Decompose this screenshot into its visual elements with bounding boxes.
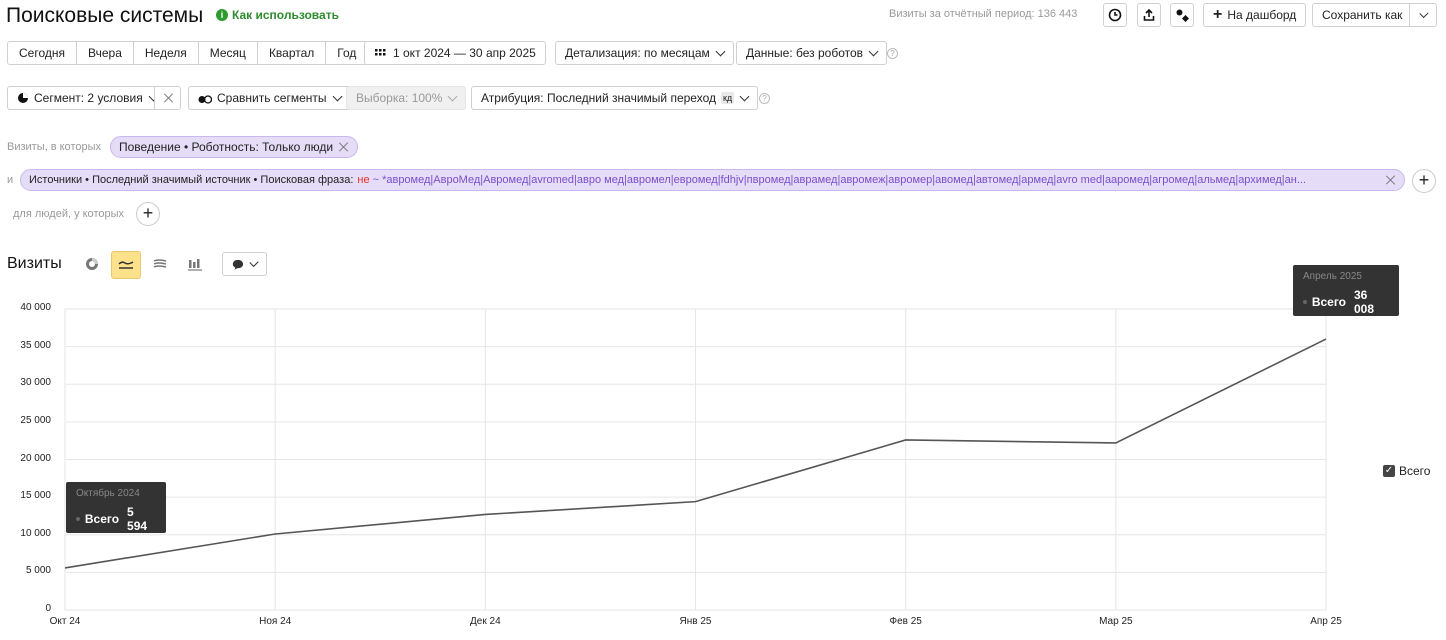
tooltip-first-point: Октябрь 2024 Всего 5 594 — [66, 482, 166, 533]
data-point[interactable] — [694, 500, 698, 504]
tooltip-value: 36 008 — [1354, 288, 1375, 316]
data-point[interactable] — [483, 512, 487, 516]
tooltip-title: Апрель 2025 — [1303, 271, 1362, 282]
series-dot — [76, 517, 80, 521]
data-point[interactable] — [63, 566, 67, 570]
tooltip-last-point: Апрель 2025 Всего 36 008 — [1293, 265, 1399, 316]
tooltip-series: Всего — [1311, 295, 1346, 309]
visits-line-chart[interactable] — [0, 0, 1446, 640]
legend-item-total[interactable]: ✓ Всего — [1383, 464, 1430, 478]
checkbox-checked-icon[interactable]: ✓ — [1383, 465, 1395, 477]
tooltip-series: Всего — [84, 512, 120, 526]
data-point[interactable] — [904, 438, 908, 442]
legend-label: Всего — [1399, 464, 1431, 478]
data-point[interactable] — [1114, 441, 1118, 445]
series-dot — [1303, 300, 1307, 304]
data-point[interactable] — [273, 532, 277, 536]
data-point[interactable] — [1324, 337, 1328, 341]
tooltip-title: Октябрь 2024 — [76, 488, 140, 499]
tooltip-value: 5 594 — [127, 505, 148, 533]
